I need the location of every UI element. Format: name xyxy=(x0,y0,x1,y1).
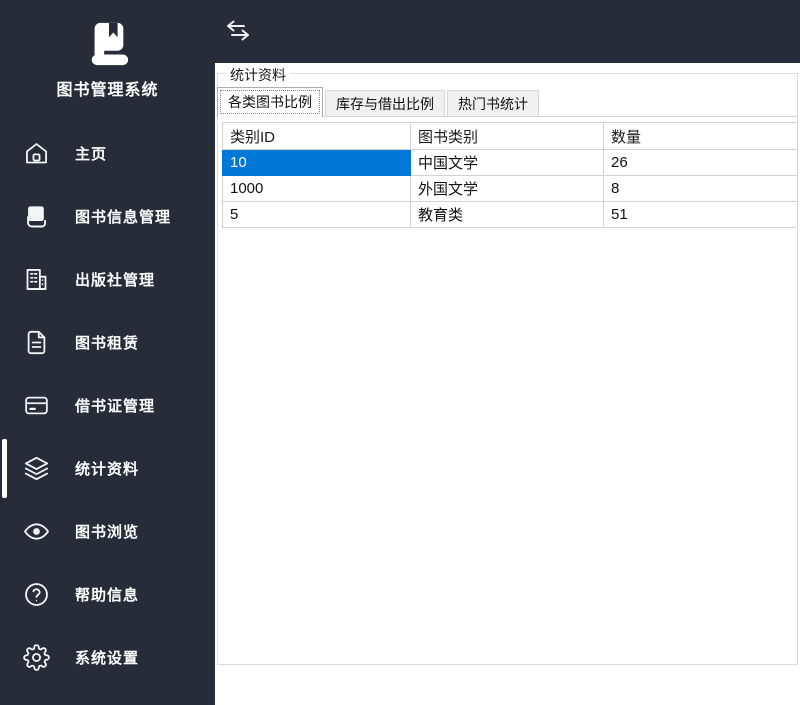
home-icon xyxy=(22,140,50,168)
active-item-indicator xyxy=(2,439,7,498)
sidebar-item-browse[interactable]: 图书浏览 xyxy=(0,500,215,563)
topbar xyxy=(215,0,800,63)
building-icon xyxy=(22,266,50,294)
book-icon xyxy=(22,203,50,231)
sidebar-item-label: 统计资料 xyxy=(75,461,140,478)
layers-icon xyxy=(22,455,50,483)
sidebar-item-label: 系统设置 xyxy=(75,650,140,667)
sidebar: 图书管理系统 主页 图书信息管理 出版社管理 图书租赁 借书证管理 统计资料 图… xyxy=(0,0,215,705)
table-cell[interactable]: 中国文学 xyxy=(410,149,604,176)
column-header-count[interactable]: 数量 xyxy=(603,122,798,150)
table-row: 5 教育类 51 xyxy=(222,201,798,228)
column-header-book-category[interactable]: 图书类别 xyxy=(410,122,604,150)
tab-stock-loan-ratio[interactable]: 库存与借出比例 xyxy=(325,90,445,116)
sidebar-item-label: 帮助信息 xyxy=(75,587,140,604)
table-cell[interactable]: 51 xyxy=(603,201,798,228)
table-row: 10 中国文学 26 xyxy=(222,149,798,176)
app-logo: 图书管理系统 xyxy=(0,20,215,100)
main-content: 统计资料 各类图书比例 库存与借出比例 热门书统计 类别ID 图书类别 数量 1… xyxy=(215,63,800,705)
sidebar-item-label: 主页 xyxy=(75,146,108,163)
sidebar-item-home[interactable]: 主页 xyxy=(0,122,215,185)
sidebar-item-statistics[interactable]: 统计资料 xyxy=(0,437,215,500)
sidebar-item-label: 借书证管理 xyxy=(75,398,156,415)
app-title: 图书管理系统 xyxy=(56,82,159,99)
table-cell[interactable]: 26 xyxy=(603,149,798,176)
tab-category-ratio[interactable]: 各类图书比例 xyxy=(217,87,323,117)
column-header-category-id[interactable]: 类别ID xyxy=(222,122,411,150)
book-logo-icon xyxy=(91,22,128,66)
table-cell[interactable]: 1000 xyxy=(222,175,411,202)
sidebar-item-label: 图书租赁 xyxy=(75,335,140,352)
sidebar-item-settings[interactable]: 系统设置 xyxy=(0,626,215,689)
sidebar-item-label: 出版社管理 xyxy=(75,272,156,289)
card-icon xyxy=(22,392,50,420)
sidebar-nav: 主页 图书信息管理 出版社管理 图书租赁 借书证管理 统计资料 图书浏览 帮助信… xyxy=(0,122,215,689)
sidebar-item-label: 图书浏览 xyxy=(75,524,140,541)
document-icon xyxy=(22,329,50,357)
table-cell[interactable]: 外国文学 xyxy=(410,175,604,202)
statistics-groupbox: 统计资料 各类图书比例 库存与借出比例 热门书统计 类别ID 图书类别 数量 1… xyxy=(217,65,798,665)
sidebar-item-rental[interactable]: 图书租赁 xyxy=(0,311,215,374)
table-cell[interactable]: 8 xyxy=(603,175,798,202)
table-cell[interactable]: 教育类 xyxy=(410,201,604,228)
groupbox-title: 统计资料 xyxy=(226,65,290,85)
sidebar-item-publisher[interactable]: 出版社管理 xyxy=(0,248,215,311)
sidebar-item-book-info[interactable]: 图书信息管理 xyxy=(0,185,215,248)
table-header-row: 类别ID 图书类别 数量 xyxy=(222,122,798,150)
table-cell[interactable]: 5 xyxy=(222,201,411,228)
table-cell-selected[interactable]: 10 xyxy=(222,149,411,176)
tab-hot-books[interactable]: 热门书统计 xyxy=(447,90,539,116)
help-icon xyxy=(22,581,50,609)
tab-bar: 各类图书比例 库存与借出比例 热门书统计 xyxy=(217,87,798,117)
category-stats-table: 类别ID 图书类别 数量 10 中国文学 26 1000 外国文学 8 5 教育… xyxy=(222,122,798,228)
sidebar-item-library-card[interactable]: 借书证管理 xyxy=(0,374,215,437)
sidebar-item-help[interactable]: 帮助信息 xyxy=(0,563,215,626)
swap-arrows-icon[interactable] xyxy=(221,15,255,47)
gear-icon xyxy=(22,644,50,672)
eye-icon xyxy=(22,518,50,546)
sidebar-item-label: 图书信息管理 xyxy=(75,209,172,226)
table-row: 1000 外国文学 8 xyxy=(222,175,798,202)
